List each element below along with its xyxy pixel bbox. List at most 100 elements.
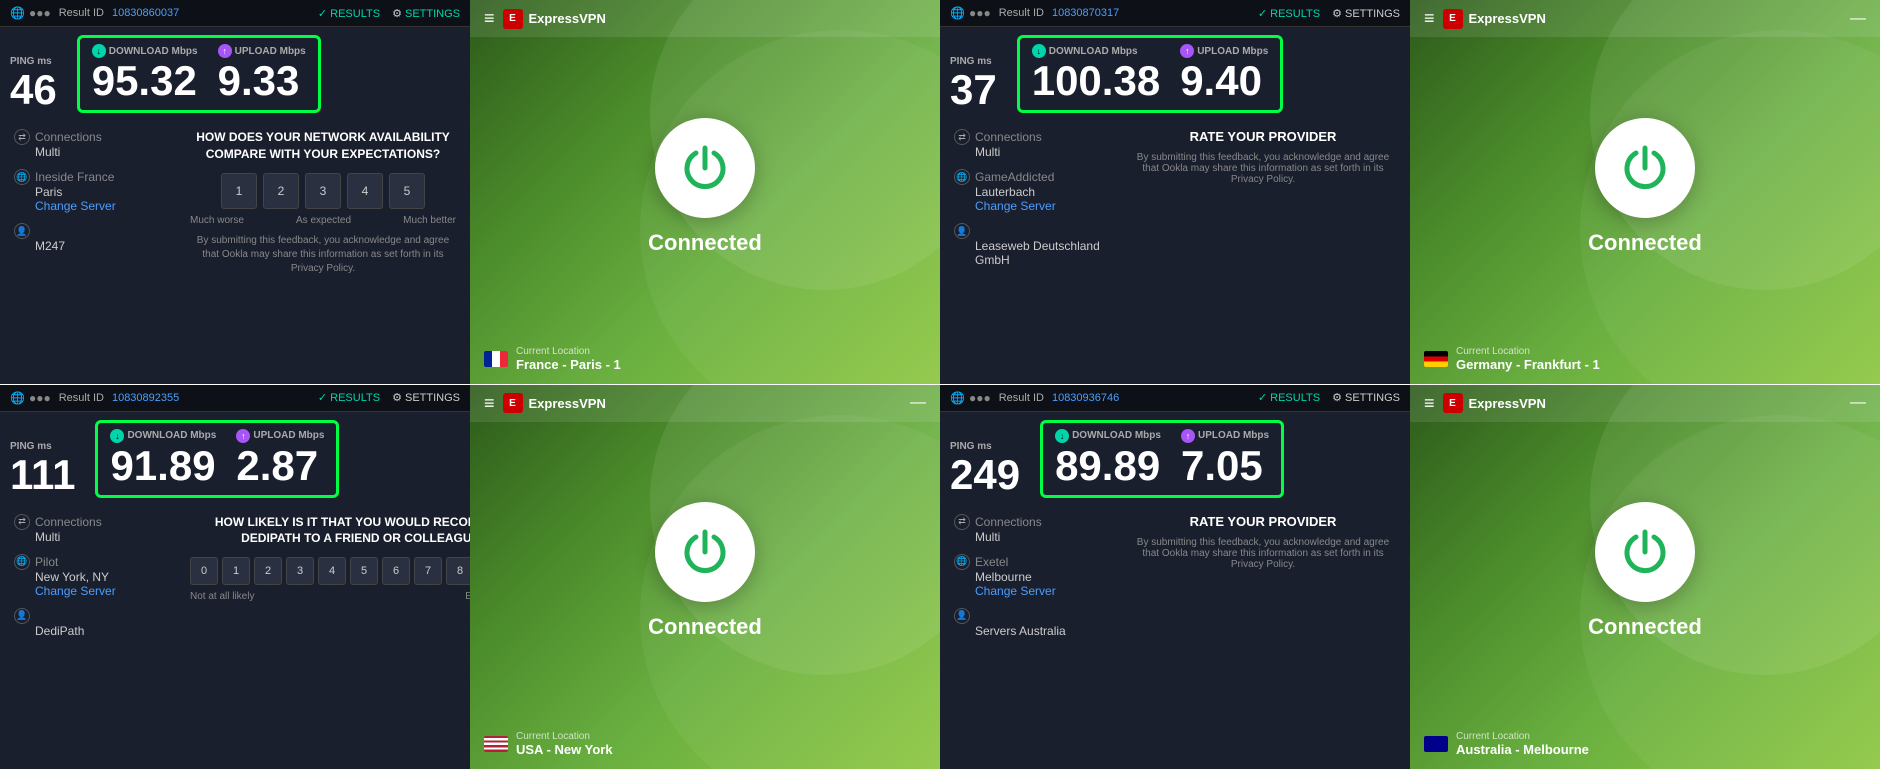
change-server-btn-4[interactable]: Change Server bbox=[954, 584, 1114, 598]
rating-btn-4[interactable]: 4 bbox=[347, 173, 383, 209]
expressvpn-logo-icon-3: E bbox=[503, 393, 523, 413]
speedtest-right-1: HOW DOES YOUR NETWORK AVAILABILITY COMPA… bbox=[190, 129, 456, 374]
hamburger-icon-1[interactable]: ≡ bbox=[484, 8, 495, 29]
rating-labels-3: Not at all likely Extremely Likely bbox=[190, 591, 470, 602]
person-icon-3: 👤 bbox=[14, 608, 30, 624]
hamburger-icon-2[interactable]: ≡ bbox=[1424, 8, 1435, 29]
ping-block-1: PING ms 46 bbox=[10, 56, 57, 113]
connections-row-1: ⇄ Connections Multi bbox=[14, 129, 174, 159]
survey-title-2: RATE YOUR PROVIDER bbox=[1130, 129, 1396, 144]
results-tab-2[interactable]: ✓ RESULTS bbox=[1258, 7, 1320, 20]
speedtest-left-4: ⇄ Connections Multi 🌐 Exetel Melbourne C… bbox=[954, 514, 1114, 759]
expressvpn-logo-2: E ExpressVPN bbox=[1443, 9, 1546, 29]
provider-row-1: 👤 M247 bbox=[14, 223, 174, 253]
rating-high-1: Much better bbox=[403, 215, 456, 226]
upload-value-3: 2.87 bbox=[236, 443, 324, 489]
dots-icon: ●●● bbox=[29, 6, 51, 20]
upload-block-3: ↑ UPLOAD Mbps 2.87 bbox=[236, 429, 324, 489]
connections-row-3: ⇄ Connections Multi bbox=[14, 514, 174, 544]
expressvpn-logo-icon-2: E bbox=[1443, 9, 1463, 29]
usa-flag-1 bbox=[484, 736, 508, 752]
provider-icon-row-1: 👤 bbox=[14, 223, 174, 239]
result-id-label-2: Result ID bbox=[999, 7, 1044, 19]
settings-tab-1[interactable]: ⚙ SETTINGS bbox=[392, 7, 460, 20]
speedtest-panel-4: 🌐 ●●● Result ID 10830936746 ✓ RESULTS ⚙ … bbox=[940, 385, 1410, 769]
expressvpn-logo-text-1: ExpressVPN bbox=[529, 11, 606, 26]
upload-icon-2: ↑ bbox=[1180, 44, 1194, 58]
upload-value-1: 9.33 bbox=[218, 58, 306, 104]
result-id-label-3: Result ID bbox=[59, 392, 104, 404]
germany-flag-1 bbox=[1424, 351, 1448, 367]
upload-value-4: 7.05 bbox=[1181, 443, 1269, 489]
expressvpn-panel-3: ≡ E ExpressVPN — Connected Current Locat… bbox=[470, 385, 940, 769]
ping-value-4: 249 bbox=[950, 452, 1020, 498]
speedtest-header-4: 🌐 ●●● Result ID 10830936746 ✓ RESULTS ⚙ … bbox=[940, 385, 1410, 412]
rating-btn-0-6[interactable]: 6 bbox=[382, 557, 410, 585]
speedtest-header-3: 🌐 ●●● Result ID 10830892355 ✓ RESULTS ⚙ … bbox=[0, 385, 470, 412]
results-tab-1[interactable]: ✓ RESULTS bbox=[318, 7, 380, 20]
rating-btn-0-7[interactable]: 7 bbox=[414, 557, 442, 585]
change-server-btn-2[interactable]: Change Server bbox=[954, 199, 1114, 213]
person-icon-1: 👤 bbox=[14, 223, 30, 239]
server-location-2: Lauterbach bbox=[954, 185, 1114, 199]
change-server-btn-3[interactable]: Change Server bbox=[14, 584, 174, 598]
results-tab-3[interactable]: ✓ RESULTS bbox=[318, 391, 380, 404]
dots-icon-4: ●●● bbox=[969, 391, 991, 405]
speedtest-panel-2: 🌐 ●●● Result ID 10830870317 ✓ RESULTS ⚙ … bbox=[940, 0, 1410, 384]
hamburger-icon-3[interactable]: ≡ bbox=[484, 393, 495, 414]
server-row-3: 🌐 Pilot New York, NY Change Server bbox=[14, 554, 174, 598]
connections-value-3: Multi bbox=[14, 530, 174, 544]
connections-value-2: Multi bbox=[954, 145, 1114, 159]
rating-btn-0-2[interactable]: 2 bbox=[254, 557, 282, 585]
privacy-text-1: By submitting this feedback, you acknowl… bbox=[190, 234, 456, 276]
rating-btn-1[interactable]: 1 bbox=[221, 173, 257, 209]
download-icon-1: ↓ bbox=[92, 44, 106, 58]
rating-btn-5[interactable]: 5 bbox=[389, 173, 425, 209]
tabs-1: ✓ RESULTS ⚙ SETTINGS bbox=[318, 7, 460, 20]
rating-btn-0-3[interactable]: 3 bbox=[286, 557, 314, 585]
upload-icon-4: ↑ bbox=[1181, 429, 1195, 443]
server-row-2: 🌐 GameAddicted Lauterbach Change Server bbox=[954, 169, 1114, 213]
hamburger-icon-4[interactable]: ≡ bbox=[1424, 393, 1435, 414]
rating-btn-0-0[interactable]: 0 bbox=[190, 557, 218, 585]
provider-icon-row-4: 👤 bbox=[954, 608, 1114, 624]
expressvpn-panel-2: ≡ E ExpressVPN — Connected Current Locat… bbox=[1410, 0, 1880, 384]
speedtest-right-2: RATE YOUR PROVIDER By submitting this fe… bbox=[1130, 129, 1396, 374]
ping-value-3: 111 bbox=[10, 452, 75, 498]
ping-label-3: PING ms bbox=[10, 441, 75, 452]
download-icon-2: ↓ bbox=[1032, 44, 1046, 58]
connections-value-1: Multi bbox=[14, 145, 174, 159]
rating-btn-3[interactable]: 3 bbox=[305, 173, 341, 209]
provider-name-3: DediPath bbox=[14, 624, 174, 638]
change-server-btn-1[interactable]: Change Server bbox=[14, 199, 174, 213]
expressvpn-logo-text-2: ExpressVPN bbox=[1469, 11, 1546, 26]
rating-btn-2[interactable]: 2 bbox=[263, 173, 299, 209]
download-block-3: ↓ DOWNLOAD Mbps 91.89 bbox=[110, 429, 216, 489]
rating-btn-0-8[interactable]: 8 bbox=[446, 557, 470, 585]
upload-label-3: ↑ UPLOAD Mbps bbox=[236, 429, 324, 443]
download-label-4: ↓ DOWNLOAD Mbps bbox=[1055, 429, 1161, 443]
provider-name-1: M247 bbox=[14, 239, 174, 253]
settings-tab-2[interactable]: ⚙ SETTINGS bbox=[1332, 7, 1400, 20]
settings-tab-4[interactable]: ⚙ SETTINGS bbox=[1332, 391, 1400, 404]
server-label-4: 🌐 Exetel bbox=[954, 554, 1114, 570]
expressvpn-logo-4: E ExpressVPN bbox=[1443, 393, 1546, 413]
location-value-3: USA - New York bbox=[516, 742, 613, 757]
rating-btn-0-5[interactable]: 5 bbox=[350, 557, 378, 585]
results-tab-4[interactable]: ✓ RESULTS bbox=[1258, 391, 1320, 404]
server-location-4: Melbourne bbox=[954, 570, 1114, 584]
dots-icon-3: ●●● bbox=[29, 391, 51, 405]
result-id-3: 10830892355 bbox=[112, 392, 179, 404]
rating-btn-0-1[interactable]: 1 bbox=[222, 557, 250, 585]
highlighted-metrics-4: ↓ DOWNLOAD Mbps 89.89 ↑ UPLOAD Mbps 7.05 bbox=[1040, 420, 1284, 498]
upload-value-2: 9.40 bbox=[1180, 58, 1268, 104]
location-info-2: Current Location Germany - Frankfurt - 1 bbox=[1456, 346, 1600, 372]
location-label-4: Current Location bbox=[1456, 731, 1589, 742]
settings-tab-3[interactable]: ⚙ SETTINGS bbox=[392, 391, 460, 404]
tabs-3: ✓ RESULTS ⚙ SETTINGS bbox=[318, 391, 460, 404]
privacy-text-4: By submitting this feedback, you acknowl… bbox=[1130, 537, 1396, 570]
upload-block-2: ↑ UPLOAD Mbps 9.40 bbox=[1180, 44, 1268, 104]
upload-icon-3: ↑ bbox=[236, 429, 250, 443]
favicon-icon-2: 🌐 bbox=[950, 6, 965, 20]
rating-btn-0-4[interactable]: 4 bbox=[318, 557, 346, 585]
